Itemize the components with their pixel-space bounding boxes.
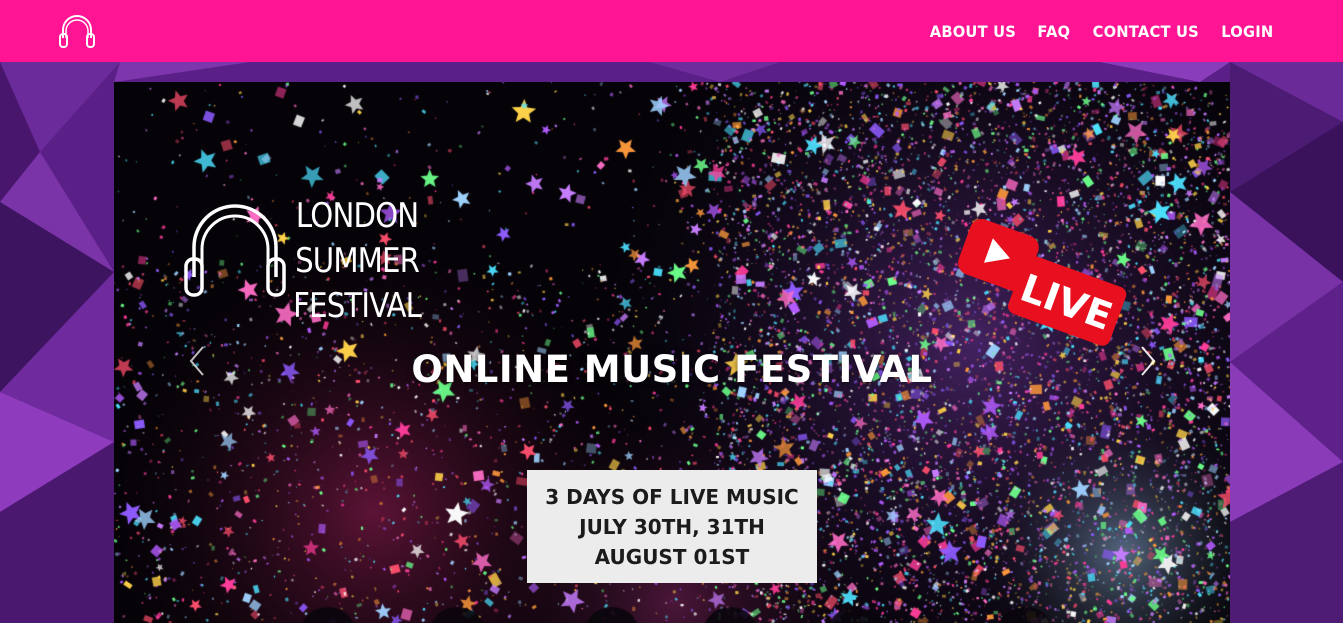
nav-contact-us-link[interactable]: CONTACT US: [1092, 22, 1198, 41]
headphones-icon: [184, 204, 286, 297]
logo-line-london: LONDON: [295, 196, 419, 236]
carousel-prev-button[interactable]: [183, 344, 213, 378]
top-navbar: ABOUT US FAQ CONTACT US LOGIN: [0, 0, 1343, 62]
logo-line-festival: FESTIVAL: [293, 286, 422, 326]
chevron-right-icon: [1141, 346, 1156, 376]
info-line-july-dates: JULY 30TH, 31TH: [579, 514, 765, 539]
logo-line-summer: SUMMER: [295, 241, 420, 281]
nav-about-us-link[interactable]: ABOUT US: [930, 22, 1016, 41]
festival-logo-text: LONDON SUMMER FESTIVAL: [284, 194, 430, 329]
hero-title: ONLINE MUSIC FESTIVAL: [411, 348, 933, 391]
live-badge: LIVE: [958, 219, 1127, 346]
info-line-days: 3 DAYS OF LIVE MUSIC: [545, 484, 799, 509]
nav-faq-link[interactable]: FAQ: [1038, 22, 1071, 41]
info-line-august-date: AUGUST 01ST: [594, 544, 750, 569]
hero-carousel: LONDON SUMMER FESTIVAL LIVE ONLINE MUSIC…: [114, 82, 1230, 623]
chevron-left-icon: [189, 346, 204, 376]
nav-login-link[interactable]: LOGIN: [1222, 22, 1274, 41]
carousel-next-button[interactable]: [1132, 344, 1162, 378]
event-info-box: 3 DAYS OF LIVE MUSIC JULY 30TH, 31TH AUG…: [527, 470, 817, 583]
headphones-icon[interactable]: [57, 12, 97, 50]
nav-links: ABOUT US FAQ CONTACT US LOGIN: [926, 0, 1276, 62]
